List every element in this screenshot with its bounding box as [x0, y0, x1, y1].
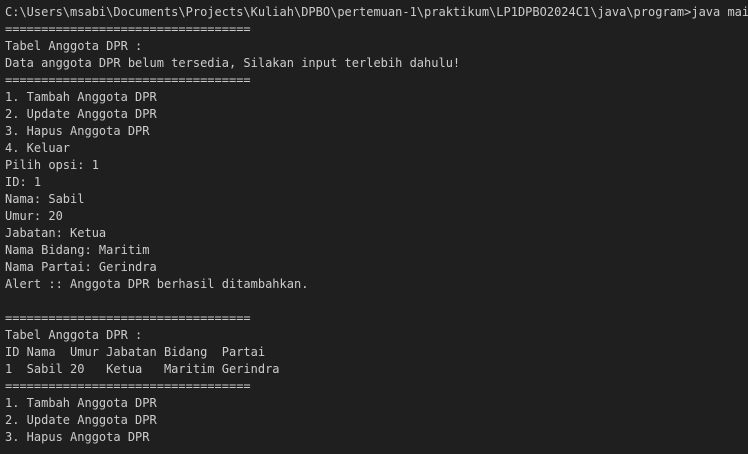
- menu-option-delete: 3. Hapus Anggota DPR: [5, 430, 150, 444]
- table-heading: Tabel Anggota DPR :: [5, 39, 143, 53]
- table-heading: Tabel Anggota DPR :: [5, 328, 143, 342]
- table-header-row: ID Nama Umur Jabatan Bidang Partai: [5, 345, 266, 359]
- separator-line: ==================================: [5, 379, 251, 393]
- menu-option-add: 1. Tambah Anggota DPR: [5, 90, 157, 104]
- empty-data-message: Data anggota DPR belum tersedia, Silakan…: [5, 56, 461, 70]
- separator-line: ==================================: [5, 311, 251, 325]
- command-prompt-line: C:\Users\msabi\Documents\Projects\Kuliah…: [5, 5, 748, 19]
- input-position: Jabatan: Ketua: [5, 226, 107, 240]
- separator-line: ==================================: [5, 73, 251, 87]
- table-row: 1 Sabil 20 Ketua Maritim Gerindra: [5, 362, 280, 376]
- input-field: Nama Bidang: Maritim: [5, 243, 150, 257]
- separator-line: ==================================: [5, 22, 251, 36]
- menu-option-update: 2. Update Anggota DPR: [5, 413, 157, 427]
- input-age: Umur: 20: [5, 209, 63, 223]
- input-option: Pilih opsi: 1: [5, 158, 99, 172]
- input-name: Nama: Sabil: [5, 192, 85, 206]
- menu-option-delete: 3. Hapus Anggota DPR: [5, 124, 150, 138]
- input-id: ID: 1: [5, 175, 42, 189]
- menu-option-add: 1. Tambah Anggota DPR: [5, 396, 157, 410]
- terminal-output[interactable]: C:\Users\msabi\Documents\Projects\Kuliah…: [0, 0, 748, 454]
- input-party: Nama Partai: Gerindra: [5, 260, 157, 274]
- menu-option-update: 2. Update Anggota DPR: [5, 107, 157, 121]
- menu-option-exit: 4. Keluar: [5, 141, 71, 155]
- success-alert: Alert :: Anggota DPR berhasil ditambahka…: [5, 277, 309, 291]
